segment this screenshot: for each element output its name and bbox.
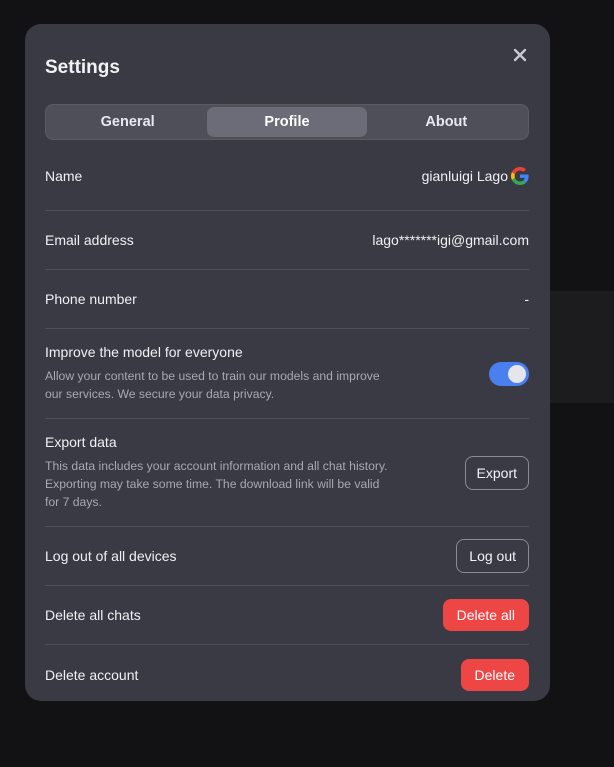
email-value: lago*******igi@gmail.com — [372, 232, 529, 248]
delete-account-row: Delete account Delete — [45, 645, 529, 704]
improve-model-description: Allow your content to be used to train o… — [45, 369, 380, 401]
export-data-row: Export data This data includes your acco… — [45, 419, 529, 527]
phone-row: Phone number - — [45, 270, 529, 329]
phone-label: Phone number — [45, 291, 137, 307]
settings-tabs: General Profile About — [45, 104, 529, 140]
delete-chats-row: Delete all chats Delete all — [45, 586, 529, 645]
tab-profile[interactable]: Profile — [207, 107, 367, 137]
toggle-knob — [508, 364, 526, 383]
logout-button[interactable]: Log out — [456, 539, 529, 573]
email-row: Email address lago*******igi@gmail.com — [45, 211, 529, 270]
delete-chats-label: Delete all chats — [45, 607, 141, 623]
tab-general[interactable]: General — [48, 107, 207, 137]
delete-account-button[interactable]: Delete — [460, 658, 529, 691]
improve-model-text: Improve the model for everyone Allow you… — [45, 344, 395, 403]
logout-all-label: Log out of all devices — [45, 548, 177, 564]
tab-about[interactable]: About — [367, 107, 526, 137]
phone-value: - — [524, 291, 529, 307]
delete-account-label: Delete account — [45, 666, 139, 683]
close-button[interactable] — [511, 46, 529, 64]
export-data-description: This data includes your account informat… — [45, 459, 388, 509]
profile-settings-list: Name gianluigi Lago Email address lago**… — [45, 140, 529, 704]
modal-header: Settings — [45, 24, 529, 81]
name-value: gianluigi Lago — [421, 167, 508, 184]
export-button[interactable]: Export — [464, 455, 529, 490]
email-label: Email address — [45, 232, 134, 248]
name-row: Name gianluigi Lago — [45, 140, 529, 211]
google-icon — [511, 166, 529, 185]
modal-title: Settings — [45, 57, 120, 78]
delete-all-button[interactable]: Delete all — [442, 599, 529, 631]
improve-model-label: Improve the model for everyone — [45, 344, 243, 360]
logout-all-row: Log out of all devices Log out — [45, 527, 529, 586]
improve-model-row: Improve the model for everyone Allow you… — [45, 329, 529, 419]
export-data-text: Export data This data includes your acco… — [45, 434, 395, 511]
name-value-group: gianluigi Lago — [421, 166, 529, 185]
improve-model-toggle[interactable] — [489, 361, 529, 386]
settings-modal: Settings General Profile About Name gian… — [25, 24, 550, 701]
export-data-label: Export data — [45, 434, 117, 450]
close-icon — [513, 48, 527, 62]
name-label: Name — [45, 167, 83, 184]
